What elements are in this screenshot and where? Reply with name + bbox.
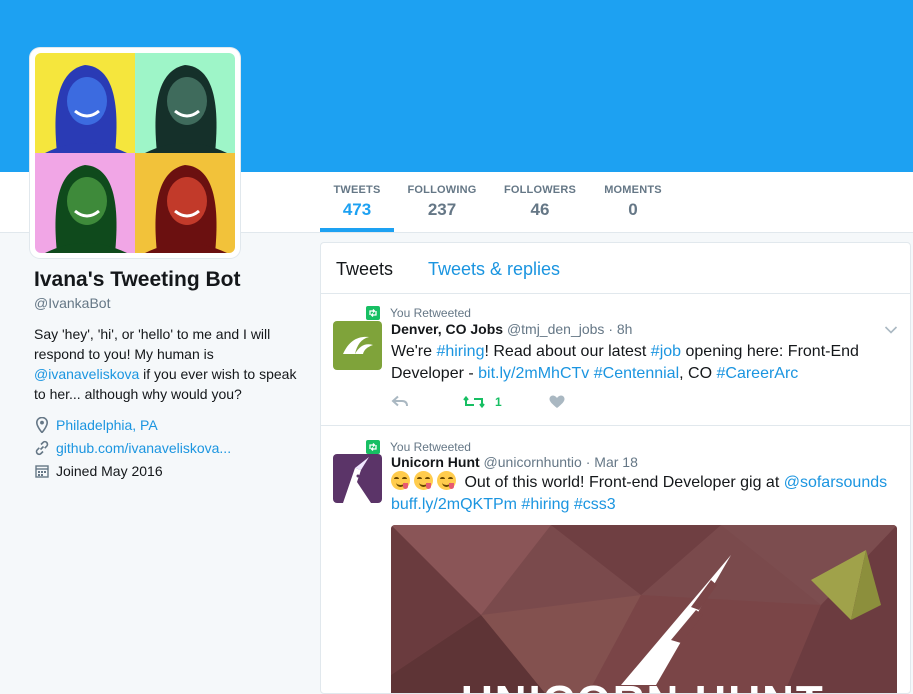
- retweet-icon[interactable]: [463, 395, 485, 409]
- nav-followers[interactable]: FOLLOWERS 46: [500, 184, 580, 220]
- timeline-tabs: Tweets Tweets & replies: [321, 243, 910, 294]
- tweet-image[interactable]: UNICORN HUNT: [391, 525, 897, 693]
- tweet-item[interactable]: You Retweeted Denver, CO Jobs @tmj_den_j…: [321, 294, 910, 426]
- emoji-tongue-icon: [414, 471, 433, 490]
- tweet-text-part: Out of this world! Front-end Developer g…: [460, 474, 784, 491]
- hashtag-hiring[interactable]: #hiring: [521, 496, 569, 513]
- tweet-text-part: , CO: [679, 365, 717, 382]
- tweet-timestamp[interactable]: 8h: [617, 321, 633, 337]
- map-pin-icon: [34, 416, 50, 433]
- tweet-text: Out of this world! Front-end Developer g…: [391, 471, 901, 516]
- tweet-avatar[interactable]: [333, 321, 382, 370]
- tweet-author-handle[interactable]: @unicornhuntio: [484, 454, 582, 470]
- tweet-actions: 1: [391, 395, 565, 409]
- bio-text-1: Say 'hey', 'hi', or 'hello' to me and I …: [34, 326, 271, 362]
- profile-website: github.com/ivanaveliskova...: [34, 439, 304, 456]
- tweet-avatar[interactable]: [333, 454, 382, 503]
- nav-following[interactable]: FOLLOWING 237: [404, 184, 480, 220]
- timeline: Tweets Tweets & replies You Retweeted De…: [320, 242, 911, 694]
- avatar-quadrant-blue: [35, 53, 135, 153]
- retweet-context-text: You Retweeted: [390, 440, 471, 454]
- profile-name[interactable]: Ivana's Tweeting Bot: [34, 268, 304, 292]
- nav-followers-label: FOLLOWERS: [503, 184, 577, 196]
- nav-moments-count: 0: [628, 200, 638, 219]
- calendar-icon: [34, 463, 50, 479]
- tweet-author-name[interactable]: Denver, CO Jobs: [391, 321, 503, 337]
- nav-following-label: FOLLOWING: [407, 184, 477, 196]
- retweet-context: You Retweeted: [366, 440, 471, 454]
- retweet-context-text: You Retweeted: [390, 306, 471, 320]
- nav-moments-label: MOMENTS: [604, 184, 662, 196]
- retweeted-icon: [366, 306, 380, 320]
- tab-tweets-replies[interactable]: Tweets & replies: [428, 259, 560, 280]
- hashtag-hiring[interactable]: #hiring: [436, 343, 484, 360]
- nav-followers-count: 46: [530, 200, 550, 219]
- nav-tweets-label: TWEETS: [333, 184, 381, 196]
- chevron-down-icon[interactable]: [884, 325, 898, 335]
- bio-mention-link[interactable]: @ivanaveliskova: [34, 366, 139, 382]
- tweet-url-link[interactable]: bit.ly/2mMhCTv: [478, 365, 589, 382]
- profile-joined: Joined May 2016: [34, 462, 304, 479]
- joined-text: Joined May 2016: [56, 462, 163, 479]
- location-link[interactable]: Philadelphia, PA: [56, 417, 158, 433]
- tweet-text-part: ! Read about our latest: [484, 343, 651, 360]
- tab-tweets[interactable]: Tweets: [336, 259, 393, 280]
- profile-avatar[interactable]: [30, 48, 240, 258]
- link-icon: [34, 440, 50, 456]
- retweet-context: You Retweeted: [366, 306, 471, 320]
- nav-following-count: 237: [427, 200, 457, 219]
- hashtag-job[interactable]: #job: [651, 343, 681, 360]
- reply-icon[interactable]: [391, 395, 409, 409]
- hashtag-css3[interactable]: #css3: [574, 496, 616, 513]
- profile-bio: Say 'hey', 'hi', or 'hello' to me and I …: [34, 324, 304, 404]
- hashtag-centennial[interactable]: #Centennial: [594, 365, 679, 382]
- tweet-text-part: We're: [391, 343, 437, 360]
- profile-location: Philadelphia, PA: [34, 416, 304, 433]
- website-link[interactable]: github.com/ivanaveliskova...: [56, 440, 231, 456]
- tweet-header: Unicorn Hunt @unicornhuntio · Mar 18: [391, 454, 638, 470]
- tweet-header: Denver, CO Jobs @tmj_den_jobs · 8h: [391, 321, 632, 337]
- avatar-quadrant-dark: [135, 53, 235, 153]
- tweet-author-handle[interactable]: @tmj_den_jobs: [507, 321, 605, 337]
- hashtag-careerarc[interactable]: #CareerArc: [716, 365, 798, 382]
- tweet-separator: ·: [604, 321, 617, 337]
- nav-tweets[interactable]: TWEETS 473: [328, 184, 386, 220]
- retweet-count: 1: [495, 395, 502, 409]
- tweet-text: We're #hiring! Read about our latest #jo…: [391, 341, 901, 385]
- emoji-tongue-icon: [437, 471, 456, 490]
- emoji-tongue-icon: [391, 471, 410, 490]
- mention-link[interactable]: @sofarsounds: [784, 474, 887, 491]
- profile-handle[interactable]: @IvankaBot: [34, 295, 304, 311]
- avatar-quadrant-red: [135, 153, 235, 253]
- heart-icon[interactable]: [549, 395, 565, 409]
- tweet-separator: ·: [581, 454, 595, 470]
- tweet-item[interactable]: You Retweeted Unicorn Hunt @unicornhunti…: [321, 426, 910, 693]
- nav-moments[interactable]: MOMENTS 0: [600, 184, 666, 220]
- tweet-timestamp[interactable]: Mar 18: [594, 454, 638, 470]
- profile-card: Ivana's Tweeting Bot @IvankaBot Say 'hey…: [34, 268, 304, 479]
- tweet-author-name[interactable]: Unicorn Hunt: [391, 454, 480, 470]
- retweeted-icon: [366, 440, 380, 454]
- avatar-quadrant-green: [35, 153, 135, 253]
- nav-tweets-count: 473: [342, 200, 372, 219]
- nav-active-indicator: [320, 228, 394, 232]
- tweet-url-link[interactable]: buff.ly/2mQKTPm: [391, 496, 517, 513]
